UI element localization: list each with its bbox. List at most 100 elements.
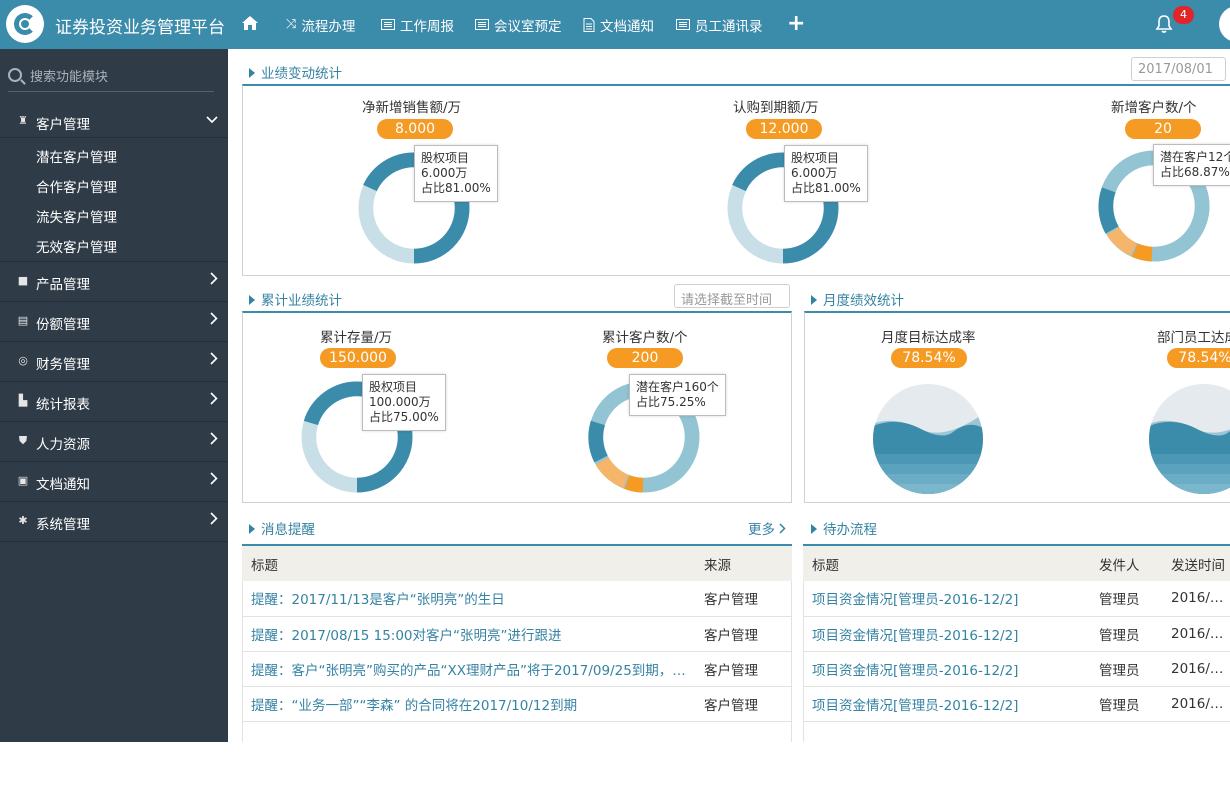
sidebar-subitem-partner[interactable]: 合作客户管理 — [36, 176, 117, 196]
document-icon — [583, 17, 595, 32]
metric-label: 累计存量/万 — [320, 330, 393, 346]
todo-time: 2016/12/ — [1162, 581, 1230, 617]
column-header: 标题 — [242, 544, 695, 581]
sidebar: ♜ 客户管理 潜在客户管理 合作客户管理 流失客户管理 无效客户管理 ■ 产品管… — [0, 49, 228, 742]
gear-icon: ✱ — [18, 514, 28, 527]
message-source: 客户管理 — [695, 581, 792, 617]
search-input[interactable] — [30, 66, 214, 88]
home-icon[interactable] — [241, 15, 259, 31]
todo-title-link[interactable]: 项目资金情况[管理员-2016-12/2] — [803, 581, 1090, 617]
message-title-link[interactable]: 提醒：客户“张明亮”购买的产品“XX理财产品”将于2017/09/25到期，请及… — [242, 651, 695, 687]
message-title-link[interactable]: 提醒：2017/11/13是客户“张明亮”的生日 — [242, 581, 695, 617]
todo-title-link[interactable]: 项目资金情况[管理员-2016-12/2] — [803, 686, 1090, 722]
sidebar-item-finance[interactable]: ◎ 财务管理 — [0, 342, 228, 382]
table-row[interactable]: 提醒：2017/11/13是客户“张明亮”的生日 客户管理 — [242, 581, 792, 617]
column-header: 标题 — [803, 544, 1090, 581]
todo-sender: 管理员 — [1090, 651, 1162, 687]
message-source: 客户管理 — [695, 686, 792, 722]
table-row[interactable]: 提醒：客户“张明亮”购买的产品“XX理财产品”将于2017/09/25到期，请及… — [242, 651, 792, 687]
list-icon — [475, 19, 489, 30]
chevron-right-icon — [210, 392, 218, 409]
todo-sender: 管理员 — [1090, 686, 1162, 722]
column-header: 发送时间 — [1162, 544, 1230, 581]
table-row[interactable]: 提醒：2017/08/15 15:00对客户“张明亮”进行跟进 客户管理 — [242, 616, 792, 652]
metric-label: 新增客户数/个 — [1111, 100, 1197, 116]
message-source: 客户管理 — [695, 616, 792, 652]
cumulative-title: 累计业绩统计 — [249, 289, 342, 309]
metric-value-badge: 12.000 — [746, 119, 822, 139]
performance-date-input[interactable]: 2017/08/01 — [1131, 57, 1226, 81]
user-icon: ♜ — [18, 114, 28, 127]
nav-weekly-report[interactable]: 工作周报 — [381, 0, 454, 49]
cutoff-date-input[interactable]: 请选择截至时间 — [674, 284, 790, 308]
table-row[interactable]: 项目资金情况[管理员-2016-12/2] 管理员 2016/12/ — [803, 651, 1230, 687]
metric-value-badge: 20 — [1125, 119, 1201, 139]
liquid-gauge — [873, 384, 983, 494]
column-header: 来源 — [695, 544, 792, 581]
chart-tooltip: 股权项目 6.000万 占比81.00% — [414, 145, 498, 202]
metric-label: 部门员工达成 — [1157, 330, 1230, 346]
metric-value-badge: 78.54% — [891, 348, 967, 368]
sidebar-item-customer[interactable]: ♜ 客户管理 — [0, 102, 228, 142]
table-row[interactable]: 提醒：“业务一部”“李森” 的合同将在2017/10/12到期 客户管理 — [242, 686, 792, 722]
message-title-link[interactable]: 提醒：2017/08/15 15:00对客户“张明亮”进行跟进 — [242, 616, 695, 652]
sidebar-subitem-potential[interactable]: 潜在客户管理 — [36, 146, 117, 166]
sidebar-subitem-invalid[interactable]: 无效客户管理 — [36, 236, 117, 256]
nav-meeting-room[interactable]: 会议室预定 — [475, 0, 562, 49]
app-title: 证券投资业务管理平台 — [55, 18, 225, 38]
metric-label: 累计客户数/个 — [602, 330, 688, 346]
chart-tooltip: 股权项目 6.000万 占比81.00% — [784, 145, 868, 202]
sidebar-item-share[interactable]: ▤ 份额管理 — [0, 302, 228, 342]
sidebar-item-reports[interactable]: ▙ 统计报表 — [0, 382, 228, 422]
column-header: 发件人 — [1090, 544, 1162, 581]
messages-title: 消息提醒 — [249, 518, 315, 538]
message-title-link[interactable]: 提醒：“业务一部”“李森” 的合同将在2017/10/12到期 — [242, 686, 695, 722]
chevron-right-icon — [210, 352, 218, 369]
sidebar-item-system[interactable]: ✱ 系统管理 — [0, 502, 228, 542]
notification-badge: 4 — [1173, 6, 1194, 24]
todo-time: 2016/12/ — [1162, 651, 1230, 687]
todo-title-link[interactable]: 项目资金情况[管理员-2016-12/2] — [803, 651, 1090, 687]
chevron-right-icon — [210, 472, 218, 489]
list-icon — [676, 19, 690, 30]
add-icon[interactable]: + — [787, 11, 805, 36]
chevron-right-icon — [210, 272, 218, 289]
todo-title: 待办流程 — [811, 518, 877, 538]
metric-value-badge: 200 — [607, 348, 683, 368]
bar-chart-icon: ▙ — [18, 394, 28, 407]
sidebar-item-hr[interactable]: ⛊ 人力资源 — [0, 422, 228, 462]
list-icon — [381, 19, 395, 30]
avatar[interactable] — [1219, 6, 1230, 42]
book-icon: ▣ — [17, 474, 29, 487]
chevron-down-icon — [206, 112, 218, 128]
todo-table: 标题 发件人 发送时间 项目资金情况[管理员-2016-12/2] 管理员 2016… — [803, 544, 1230, 722]
shield-icon: ⛊ — [18, 434, 28, 447]
sidebar-item-documents[interactable]: ▣ 文档通知 — [0, 462, 228, 502]
liquid-gauge — [1149, 384, 1230, 494]
table-row[interactable]: 项目资金情况[管理员-2016-12/2] 管理员 2016/12/ — [803, 616, 1230, 652]
nav-employee-directory[interactable]: 员工通讯录 — [676, 0, 763, 49]
chevron-right-icon — [210, 432, 218, 449]
more-link[interactable]: 更多 — [748, 518, 786, 538]
metric-label: 月度目标达成率 — [881, 330, 976, 346]
bell-icon[interactable] — [1154, 14, 1174, 34]
metric-label: 认购到期额/万 — [733, 100, 819, 116]
sidebar-subitem-lost[interactable]: 流失客户管理 — [36, 206, 117, 226]
metric-value-badge: 78.54% — [1167, 348, 1230, 368]
chevron-right-icon — [210, 312, 218, 329]
nav-workflow[interactable]: ⤨ 流程办理 — [286, 0, 355, 49]
search-icon — [8, 68, 22, 82]
clipboard-icon: ▤ — [17, 314, 29, 327]
metric-label: 净新增销售额/万 — [362, 100, 462, 116]
todo-title-link[interactable]: 项目资金情况[管理员-2016-12/2] — [803, 616, 1090, 652]
table-row[interactable]: 项目资金情况[管理员-2016-12/2] 管理员 2016/12/ — [803, 686, 1230, 722]
coin-icon: ◎ — [18, 354, 28, 367]
chart-tooltip: 潜在客户12个 占比68.87% — [1153, 144, 1230, 186]
performance-title: 业绩变动统计 — [249, 62, 342, 82]
sidebar-item-product[interactable]: ■ 产品管理 — [0, 262, 228, 302]
messages-table: 标题 来源 提醒：2017/11/13是客户“张明亮”的生日 客户管理 提醒：20… — [242, 544, 792, 722]
logo — [6, 5, 44, 43]
todo-sender: 管理员 — [1090, 616, 1162, 652]
nav-document-notice[interactable]: 文档通知 — [583, 0, 654, 49]
table-row[interactable]: 项目资金情况[管理员-2016-12/2] 管理员 2016/12/ — [803, 581, 1230, 617]
